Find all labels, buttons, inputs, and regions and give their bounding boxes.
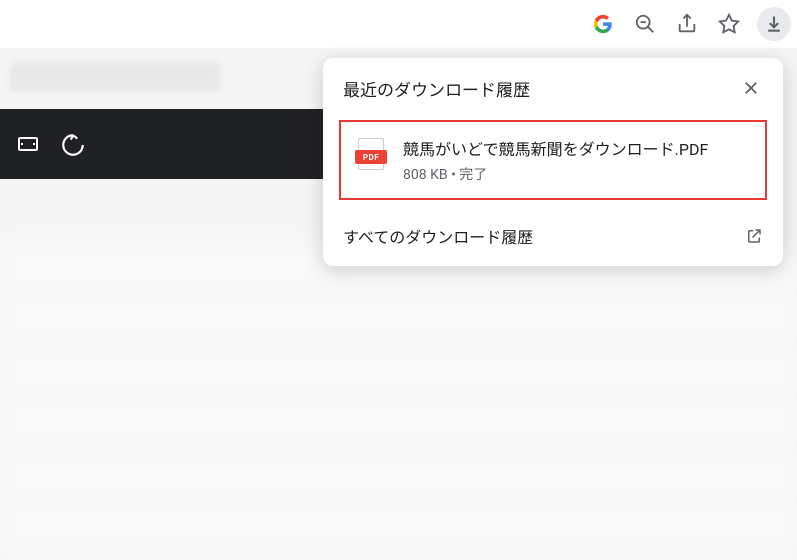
footer-text: すべてのダウンロード履歴 bbox=[343, 224, 533, 248]
file-status: 808 KB • 完了 bbox=[403, 164, 751, 184]
share-icon[interactable] bbox=[673, 10, 701, 38]
all-downloads-link[interactable]: すべてのダウンロード履歴 bbox=[323, 210, 783, 266]
browser-toolbar bbox=[0, 0, 797, 48]
file-name: 競馬がいどで競馬新聞をダウンロード.PDF bbox=[403, 136, 751, 160]
google-icon[interactable] bbox=[589, 10, 617, 38]
downloads-popup: 最近のダウンロード履歴 PDF 競馬がいどで競馬新聞をダウンロード.PDF 80… bbox=[323, 58, 783, 266]
external-link-icon bbox=[745, 227, 763, 245]
zoom-out-icon[interactable] bbox=[631, 10, 659, 38]
browser-tab bbox=[10, 62, 220, 92]
fit-width-icon[interactable] bbox=[16, 132, 40, 156]
close-icon[interactable] bbox=[737, 74, 765, 102]
download-item[interactable]: PDF 競馬がいどで競馬新聞をダウンロード.PDF 808 KB • 完了 bbox=[339, 120, 767, 200]
popup-header: 最近のダウンロード履歴 bbox=[323, 58, 783, 114]
background-content bbox=[0, 240, 797, 560]
rotate-icon[interactable] bbox=[60, 132, 84, 156]
download-info: 競馬がいどで競馬新聞をダウンロード.PDF 808 KB • 完了 bbox=[403, 136, 751, 184]
pdf-file-icon: PDF bbox=[355, 138, 387, 174]
star-icon[interactable] bbox=[715, 10, 743, 38]
popup-title: 最近のダウンロード履歴 bbox=[343, 76, 530, 101]
pdf-viewer-toolbar bbox=[0, 109, 330, 179]
downloads-button[interactable] bbox=[757, 7, 791, 41]
